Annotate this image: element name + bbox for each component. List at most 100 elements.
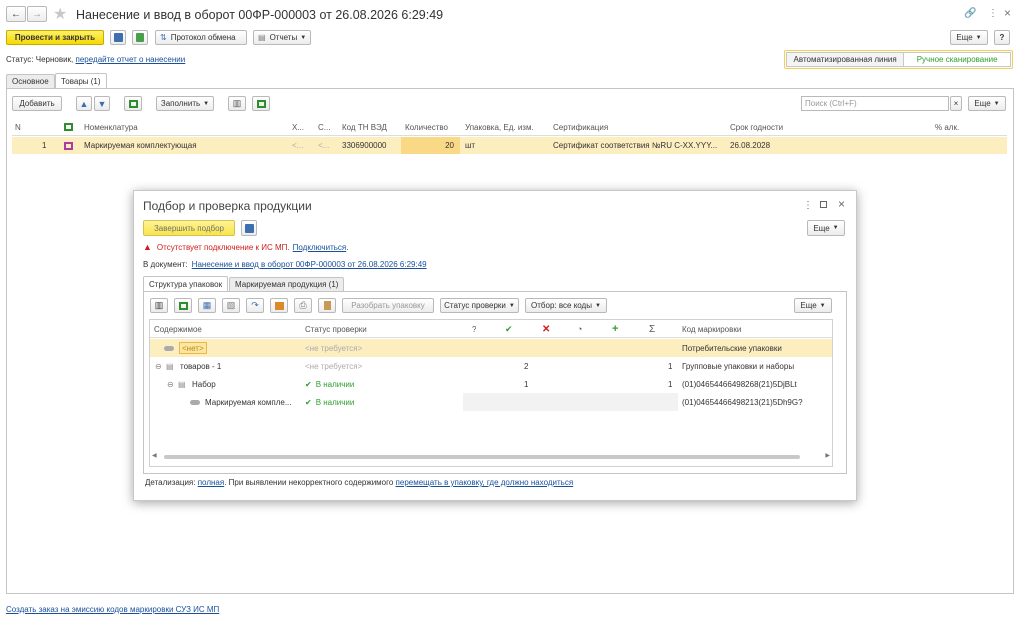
detail-prefix: Детализация: [145, 478, 196, 487]
tool-move-button[interactable]: ↷ [246, 298, 264, 313]
col-pack[interactable]: Упаковка, Ед. изм. [465, 118, 534, 136]
row-qty[interactable]: 20 [401, 137, 460, 154]
col-n[interactable]: N [15, 118, 21, 136]
document-link[interactable]: Нанесение и ввод в оборот 00ФР-000003 от… [192, 260, 427, 269]
tool-remove-pack-button[interactable]: ▧ [222, 298, 240, 313]
scroll-left-icon[interactable]: ◀ [152, 452, 157, 459]
add-button[interactable]: Добавить [12, 96, 62, 111]
col-code[interactable]: Код ТН ВЭД [342, 118, 387, 136]
col-check-status[interactable]: Статус проверки [305, 320, 367, 338]
dialog-close-icon[interactable]: × [838, 197, 845, 211]
tool-clipboard-button[interactable] [318, 298, 336, 313]
move-down-button[interactable]: ▼ [94, 96, 110, 111]
connection-error: ▲ Отсутствует подключение к ИС МП. Подкл… [143, 242, 348, 252]
tool-barcode-button[interactable]: ▥ [150, 298, 168, 313]
filter-button[interactable]: Отбор: все коды ▼ [525, 298, 607, 313]
tool-print-button[interactable]: ⎙ [294, 298, 312, 313]
post-button[interactable] [132, 30, 148, 45]
dialog-save-button[interactable] [241, 220, 257, 236]
tool-grid-button[interactable] [174, 298, 192, 313]
tab-goods[interactable]: Товары (1) [55, 73, 107, 88]
fill-button[interactable]: Заполнить ▼ [156, 96, 214, 111]
status-link[interactable]: передайте отчет о нанесении [76, 55, 186, 64]
table-row[interactable]: ⊖ ▤ товаров - 1 <не требуется> 2 1 Групп… [150, 357, 832, 375]
dialog-more-button[interactable]: Еще ▼ [807, 220, 845, 236]
finish-selection-button[interactable]: Завершить подбор [143, 220, 235, 236]
goods-table: N Номенклатура Х... С... Код ТН ВЭД Коли… [12, 118, 1007, 158]
horizontal-scrollbar[interactable]: ◀ ▶ [152, 453, 830, 461]
dialog-maximize-icon[interactable] [820, 201, 827, 208]
col-marking-code[interactable]: Код маркировки [682, 320, 741, 338]
search-input[interactable]: Поиск (Ctrl+F) [801, 96, 949, 111]
col-cert[interactable]: Сертификация [553, 118, 608, 136]
dialog-more-label: Еще [813, 223, 830, 233]
dialog-menu-icon[interactable]: ⋮ [803, 200, 813, 211]
scan-barcode-button[interactable]: ▥ [228, 96, 246, 111]
tool-box-button[interactable] [270, 298, 288, 313]
protocol-button[interactable]: ⇅ Протокол обмена [155, 30, 247, 45]
detail-full-link[interactable]: полная [198, 478, 224, 487]
col-added[interactable]: + [612, 320, 618, 338]
menu-dots-icon[interactable]: ⋮ [988, 8, 998, 19]
search-clear-button[interactable]: × [950, 96, 962, 111]
detail-move-link[interactable]: перемещать в упаковку, где должно находи… [396, 478, 574, 487]
goods-more-button[interactable]: Еще ▼ [968, 96, 1006, 111]
barcode-table-button[interactable] [124, 96, 142, 111]
row-h: <... [292, 141, 304, 150]
mode-manual-scan[interactable]: Ручное сканирование [904, 52, 1011, 67]
filter-label: Отбор: все коды [531, 301, 592, 310]
post-and-close-button[interactable]: Провести и закрыть [6, 30, 104, 45]
save-button[interactable] [110, 30, 126, 45]
table-row[interactable]: ⊖ ▤ Набор ✔ В наличии 1 1 (01)0465446649… [150, 375, 832, 393]
table-row[interactable]: 1 Маркируемая комплектующая <... <... 33… [12, 137, 1007, 154]
table-row[interactable]: Маркируемая компле... ✔ В наличии (01)04… [150, 393, 832, 411]
tool-add-pack-button[interactable]: ▦ [198, 298, 216, 313]
col-percent[interactable]: % алк. [935, 118, 959, 136]
connect-link[interactable]: Подключиться [293, 243, 347, 252]
table-row[interactable]: <нет> <не требуется> Потребительские упа… [150, 339, 832, 357]
goods-table-header: N Номенклатура Х... С... Код ТН ВЭД Коли… [12, 118, 1007, 136]
more-button[interactable]: Еще ▼ [950, 30, 988, 45]
tab-main[interactable]: Основное [6, 74, 55, 88]
reports-icon: ▤ [258, 33, 266, 42]
check-codes-button[interactable] [252, 96, 270, 111]
col-sum[interactable]: Σ [649, 320, 655, 338]
close-window-icon[interactable]: × [1004, 6, 1011, 20]
scroll-thumb[interactable] [164, 455, 800, 459]
col-ok[interactable]: ✔ [505, 320, 513, 338]
scroll-right-icon[interactable]: ▶ [825, 452, 830, 459]
col-h[interactable]: Х... [292, 118, 304, 136]
row-cert: Сертификат соответствия №RU C-XX.YYY... [553, 141, 718, 150]
col-qty[interactable]: Количество [405, 118, 448, 136]
col-error[interactable]: ✕ [542, 320, 550, 338]
favorite-star-icon[interactable]: ★ [53, 4, 67, 24]
link-icon[interactable]: 🔗 [964, 8, 976, 19]
reports-label: Отчеты [269, 33, 298, 42]
col-s[interactable]: С... [318, 118, 330, 136]
help-button[interactable]: ? [994, 30, 1010, 45]
box-icon [274, 301, 284, 310]
collapse-icon[interactable]: ⊖ [167, 375, 174, 393]
arrow-up-icon: ▲ [79, 98, 89, 109]
back-button[interactable]: ← [6, 6, 26, 22]
collapse-icon[interactable]: ⊖ [155, 357, 162, 375]
unpack-button[interactable]: Разобрать упаковку [342, 298, 434, 313]
col-unknown[interactable]: ? [472, 320, 476, 338]
forward-button[interactable]: → [27, 6, 47, 22]
tab-marked[interactable]: Маркируемая продукция (1) [229, 277, 345, 291]
col-pending[interactable]: ◔ [577, 320, 582, 338]
row-code: 3306900000 [342, 141, 387, 150]
col-nomenclature[interactable]: Номенклатура [84, 118, 138, 136]
row-content-none[interactable]: <нет> [179, 342, 207, 354]
check-status-button[interactable]: Статус проверки ▼ [440, 298, 519, 313]
check-status-label: Статус проверки [444, 301, 506, 310]
move-up-button[interactable]: ▲ [76, 96, 92, 111]
reports-button[interactable]: ▤ Отчеты ▼ [253, 30, 311, 45]
inner-more-button[interactable]: Еще ▼ [794, 298, 832, 313]
create-order-link[interactable]: Создать заказ на эмиссию кодов маркировк… [6, 605, 219, 614]
tab-structure[interactable]: Структура упаковок [143, 276, 229, 291]
mode-auto-line[interactable]: Автоматизированная линия [786, 52, 905, 67]
chevron-down-icon: ▼ [594, 302, 601, 309]
col-expiry[interactable]: Срок годности [730, 118, 783, 136]
col-content[interactable]: Содержимое [154, 320, 202, 338]
